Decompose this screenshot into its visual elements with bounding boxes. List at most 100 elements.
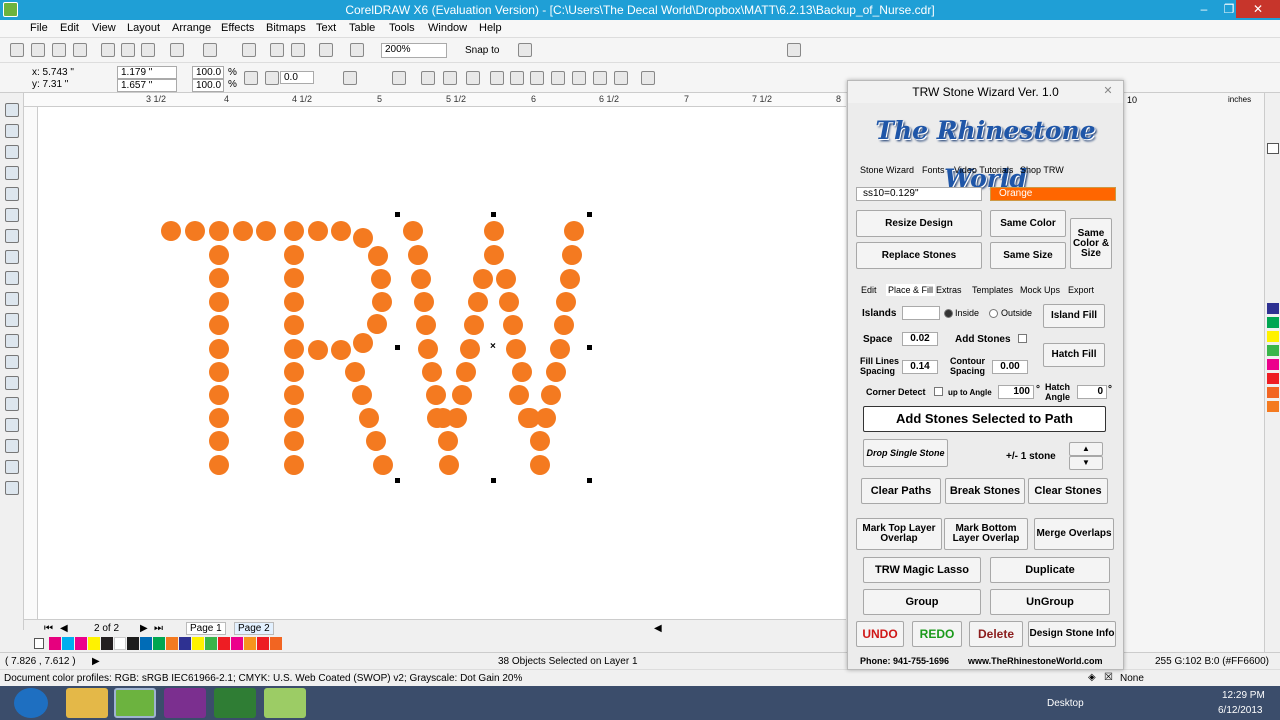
transparency-tool-icon[interactable] [5, 418, 19, 432]
rhinestone[interactable] [418, 339, 438, 359]
smart-fill-icon[interactable] [5, 208, 19, 222]
rhinestone[interactable] [447, 408, 467, 428]
color-swatch[interactable] [1267, 303, 1279, 314]
color-swatch[interactable] [1267, 401, 1279, 412]
prev-page-icon[interactable]: ◀ [60, 623, 68, 634]
blend-tool-icon[interactable] [5, 397, 19, 411]
rhinestone[interactable] [209, 268, 229, 288]
corner-detect-checkbox[interactable] [934, 387, 943, 396]
y-position[interactable]: y: 7.31 " [32, 79, 68, 90]
align-distribute-icon[interactable] [641, 71, 655, 85]
menu-file[interactable]: File [30, 22, 48, 34]
close-button[interactable]: ✕ [1236, 0, 1280, 18]
rhinestone[interactable] [233, 221, 253, 241]
rhinestone[interactable] [209, 245, 229, 265]
undo-button[interactable]: UNDO [856, 621, 904, 647]
rhinestone[interactable] [256, 221, 276, 241]
menu-arrange[interactable]: Arrange [172, 22, 211, 34]
decrease-stone-button[interactable]: ▼ [1069, 456, 1103, 470]
coreldraw-taskbar-icon[interactable] [114, 688, 156, 718]
rhinestone[interactable] [359, 408, 379, 428]
rhinestone[interactable] [284, 362, 304, 382]
no-color-swatch[interactable] [34, 638, 44, 649]
tab-templates[interactable]: Templates [972, 285, 1013, 295]
rhinestone[interactable] [564, 221, 584, 241]
scale-y-field[interactable]: 100.0 [192, 79, 224, 92]
rhinestone[interactable] [439, 455, 459, 475]
ellipse-tool-icon[interactable] [5, 250, 19, 264]
rhinestone[interactable] [560, 269, 580, 289]
islands-input[interactable] [902, 306, 940, 320]
rhinestone[interactable] [562, 245, 582, 265]
rhinestone[interactable] [209, 221, 229, 241]
rhinestone[interactable] [284, 268, 304, 288]
rhinestone[interactable] [209, 339, 229, 359]
app-taskbar-icon[interactable] [264, 688, 306, 718]
merge-overlaps-button[interactable]: Merge Overlaps [1034, 518, 1114, 550]
search-content-icon[interactable] [242, 43, 256, 57]
menu-bitmaps[interactable]: Bitmaps [266, 22, 306, 34]
lock-ratio-icon[interactable] [244, 71, 258, 85]
hatch-angle-input[interactable]: 0 [1077, 385, 1107, 399]
rhinestone[interactable] [509, 385, 529, 405]
rhinestone[interactable] [484, 245, 504, 265]
color-swatch[interactable] [270, 637, 282, 650]
rhinestone[interactable] [209, 431, 229, 451]
fill-lines-spacing-input[interactable]: 0.14 [902, 360, 938, 374]
tab-stone-wizard[interactable]: Stone Wizard [860, 165, 914, 175]
mirror-vertical-icon[interactable] [392, 71, 406, 85]
rhinestone[interactable] [503, 315, 523, 335]
menu-text[interactable]: Text [316, 22, 336, 34]
redo-button[interactable]: REDO [912, 621, 962, 647]
color-swatch[interactable] [88, 637, 100, 650]
rhinestone[interactable] [416, 315, 436, 335]
rhinestone[interactable] [345, 362, 365, 382]
paste-icon[interactable] [141, 43, 155, 57]
rhinestone[interactable] [353, 333, 373, 353]
resize-design-button[interactable]: Resize Design [856, 210, 982, 237]
menu-view[interactable]: View [92, 22, 116, 34]
simplify-icon[interactable] [551, 71, 565, 85]
rhinestone[interactable] [520, 408, 540, 428]
same-color-button[interactable]: Same Color [990, 210, 1066, 237]
ungroup-all-icon[interactable] [466, 71, 480, 85]
new-document-icon[interactable] [10, 43, 24, 57]
rhinestone[interactable] [499, 292, 519, 312]
rotate-icon[interactable] [265, 71, 279, 85]
add-stones-checkbox[interactable] [1018, 334, 1027, 343]
inside-radio[interactable] [944, 309, 953, 318]
selection-handle[interactable] [491, 212, 496, 217]
interactive-fill-icon[interactable] [5, 481, 19, 495]
color-swatch[interactable] [153, 637, 165, 650]
trim-icon[interactable] [510, 71, 524, 85]
group-icon[interactable] [421, 71, 435, 85]
rhinestone[interactable] [308, 221, 328, 241]
rhinestone[interactable] [161, 221, 181, 241]
menu-effects[interactable]: Effects [221, 22, 254, 34]
rhinestone[interactable] [550, 339, 570, 359]
welcome-screen-icon[interactable] [787, 43, 801, 57]
selection-handle[interactable] [491, 478, 496, 483]
color-swatch[interactable] [1267, 345, 1279, 356]
rhinestone[interactable] [408, 245, 428, 265]
color-swatch[interactable] [1267, 373, 1279, 384]
rhinestone[interactable] [284, 455, 304, 475]
color-swatch[interactable] [1267, 317, 1279, 328]
scale-x-field[interactable]: 100.0 [192, 66, 224, 79]
selection-handle[interactable] [587, 478, 592, 483]
clear-paths-button[interactable]: Clear Paths [861, 478, 941, 504]
tab-page-1[interactable]: Page 1 [186, 622, 226, 635]
hatch-fill-button[interactable]: Hatch Fill [1043, 343, 1105, 367]
rhinestone[interactable] [460, 339, 480, 359]
color-swatch[interactable] [127, 637, 139, 650]
break-stones-button[interactable]: Break Stones [945, 478, 1025, 504]
selection-handle[interactable] [395, 478, 400, 483]
x-position[interactable]: x: 5.743 " [32, 67, 74, 78]
rhinestone[interactable] [422, 362, 442, 382]
rhinestone[interactable] [284, 385, 304, 405]
color-swatch[interactable] [166, 637, 178, 650]
height-field[interactable]: 1.657 " [117, 79, 177, 92]
design-stone-info-button[interactable]: Design Stone Info [1028, 621, 1116, 647]
menu-edit[interactable]: Edit [60, 22, 79, 34]
rhinestone[interactable] [546, 362, 566, 382]
